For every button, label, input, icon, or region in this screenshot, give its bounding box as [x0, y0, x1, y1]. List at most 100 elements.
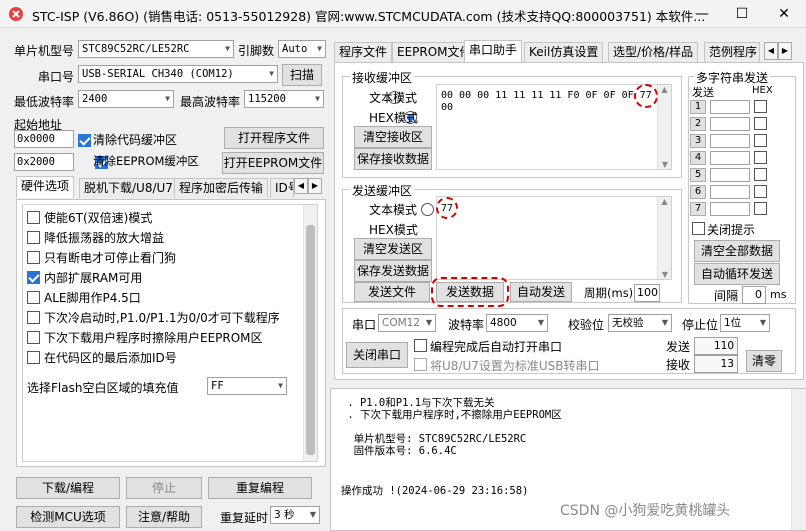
option-item[interactable]: 只有断电才可停止看门狗	[27, 249, 176, 266]
option-checkbox[interactable]	[27, 311, 40, 324]
option-item[interactable]: 下次下载用户程序时擦除用户EEPROM区	[27, 329, 263, 346]
download-program-button[interactable]: 下载/编程	[16, 477, 120, 499]
open-eeprom-file-button[interactable]: 打开EEPROM文件	[222, 152, 324, 174]
period-input[interactable]: 100	[634, 284, 660, 302]
receive-scrollbar[interactable]: ▲ ▼	[657, 85, 671, 169]
multi-string-input[interactable]	[710, 134, 750, 148]
clear-send-button[interactable]: 清空发送区	[354, 238, 432, 260]
multi-send-row-button[interactable]: 2	[690, 117, 706, 131]
serial-port-select[interactable]: COM12 ▼	[378, 314, 436, 332]
tab-scroll-right-icon[interactable]: ▶	[778, 42, 792, 60]
multi-string-input[interactable]	[710, 100, 750, 114]
multi-hex-checkbox[interactable]	[754, 202, 767, 215]
multi-hex-checkbox[interactable]	[754, 185, 767, 198]
multi-string-input[interactable]	[710, 168, 750, 182]
u8-usb-serial-checkbox[interactable]	[414, 358, 427, 371]
multi-hex-checkbox[interactable]	[754, 117, 767, 130]
repeat-delay-select[interactable]: 3 秒 ▼	[270, 506, 320, 524]
multi-hex-checkbox[interactable]	[754, 134, 767, 147]
multi-send-row-button[interactable]: 6	[690, 185, 706, 199]
clear-all-data-button[interactable]: 清空全部数据	[694, 240, 780, 262]
parity-select[interactable]: 无校验 ▼	[608, 314, 672, 332]
tab-scroll-left-icon[interactable]: ◀	[294, 178, 308, 194]
option-item[interactable]: 在代码区的最后添加ID号	[27, 349, 177, 366]
options-scrollbar[interactable]	[303, 205, 317, 461]
tab-hardware-options[interactable]: 硬件选项	[16, 176, 75, 198]
option-item[interactable]: 内部扩展RAM可用	[27, 269, 142, 286]
scrollbar-thumb[interactable]	[306, 225, 315, 455]
log-line: . P1.0和P1.1与下次下载无关	[341, 397, 495, 409]
log-scrollbar[interactable]	[791, 389, 806, 530]
multi-string-input[interactable]	[710, 202, 750, 216]
mcu-type-select[interactable]: STC89C52RC/LE52RC ▼	[78, 40, 234, 58]
clear-count-button[interactable]: 清零	[746, 350, 782, 372]
save-send-button[interactable]: 保存发送数据	[354, 260, 432, 282]
tab-encrypted-transfer[interactable]: 程序加密后传输	[174, 178, 269, 198]
maximize-button[interactable]: ☐	[722, 0, 762, 28]
interval-input[interactable]: 0	[742, 286, 766, 304]
option-checkbox[interactable]	[27, 331, 40, 344]
com-port-select[interactable]: USB-SERIAL CH340 (COM12) ▼	[78, 65, 278, 83]
multi-string-input[interactable]	[710, 151, 750, 165]
stop-button[interactable]: 停止	[126, 477, 202, 499]
code-address-input[interactable]: 0x0000	[14, 130, 74, 148]
clear-receive-button[interactable]: 清空接收区	[354, 126, 432, 148]
option-checkbox[interactable]	[27, 291, 40, 304]
baud-rate-select[interactable]: 4800 ▼	[486, 314, 548, 332]
tab-scroll-right-icon[interactable]: ▶	[308, 178, 322, 194]
send-scrollbar[interactable]: ▲ ▼	[657, 197, 671, 279]
multi-hex-checkbox[interactable]	[754, 151, 767, 164]
flash-fill-select[interactable]: FF ▼	[207, 377, 287, 395]
auto-send-button[interactable]: 自动发送	[510, 282, 572, 302]
option-checkbox[interactable]	[27, 271, 40, 284]
tab-program-file[interactable]: 程序文件	[334, 42, 393, 62]
close-tip-label: 关闭提示	[707, 223, 756, 237]
multi-send-row-button[interactable]: 7	[690, 202, 706, 216]
auto-loop-send-button[interactable]: 自动循环发送	[694, 263, 780, 285]
auto-open-serial-checkbox[interactable]	[414, 339, 427, 352]
option-checkbox[interactable]	[27, 251, 40, 264]
send-textarea[interactable]: 77 ▲ ▼	[436, 196, 672, 280]
close-serial-button[interactable]: 关闭串口	[346, 342, 408, 368]
multi-hex-header: HEX	[752, 85, 773, 96]
save-receive-button[interactable]: 保存接收数据	[354, 148, 432, 170]
multi-send-row-button[interactable]: 5	[690, 168, 706, 182]
pin-count-select[interactable]: Auto ▼	[278, 40, 326, 58]
tab-selection-price[interactable]: 选型/价格/样品	[608, 42, 699, 62]
scan-button[interactable]: 扫描	[282, 64, 322, 86]
send-file-button[interactable]: 发送文件	[354, 282, 430, 302]
option-item[interactable]: 使能6T(双倍速)模式	[27, 209, 152, 226]
tab-id-number[interactable]: ID号	[270, 178, 294, 198]
chevron-down-icon: ▼	[537, 318, 544, 327]
option-item[interactable]: 降低振荡器的放大增益	[27, 229, 164, 246]
multi-string-input[interactable]	[710, 117, 750, 131]
multi-string-input[interactable]	[710, 185, 750, 199]
minimize-button[interactable]: —	[682, 0, 722, 28]
option-checkbox[interactable]	[27, 211, 40, 224]
multi-send-row-button[interactable]: 1	[690, 100, 706, 114]
stop-bits-select[interactable]: 1位 ▼	[720, 314, 770, 332]
help-button[interactable]: 注意/帮助	[126, 506, 202, 528]
min-baud-select[interactable]: 2400 ▼	[78, 90, 174, 108]
max-baud-select[interactable]: 115200 ▼	[244, 90, 324, 108]
option-checkbox[interactable]	[27, 351, 40, 364]
tab-keil-settings[interactable]: Keil仿真设置	[524, 42, 604, 62]
tab-scroll-left-icon[interactable]: ◀	[764, 42, 778, 60]
multi-send-row-button[interactable]: 4	[690, 151, 706, 165]
tab-serial-assistant[interactable]: 串口助手	[464, 40, 523, 62]
tab-examples[interactable]: 范例程序	[704, 42, 760, 62]
multi-hex-checkbox[interactable]	[754, 168, 767, 181]
multi-hex-checkbox[interactable]	[754, 100, 767, 113]
eeprom-address-input[interactable]: 0x2000	[14, 153, 74, 171]
option-checkbox[interactable]	[27, 231, 40, 244]
close-button[interactable]: ✕	[764, 0, 804, 28]
close-tip-checkbox[interactable]	[692, 222, 705, 235]
open-program-file-button[interactable]: 打开程序文件	[224, 127, 324, 149]
multi-send-row-button[interactable]: 3	[690, 134, 706, 148]
option-item[interactable]: 下次冷启动时,P1.0/P1.1为0/0才可下载程序	[27, 309, 280, 326]
tab-offline-download[interactable]: 脱机下载/U8/U7	[79, 178, 178, 198]
option-item[interactable]: ALE脚用作P4.5口	[27, 289, 141, 306]
clear-code-buffer-checkbox[interactable]	[78, 134, 91, 147]
repeat-program-button[interactable]: 重复编程	[208, 477, 312, 499]
detect-mcu-button[interactable]: 检测MCU选项	[16, 506, 120, 528]
